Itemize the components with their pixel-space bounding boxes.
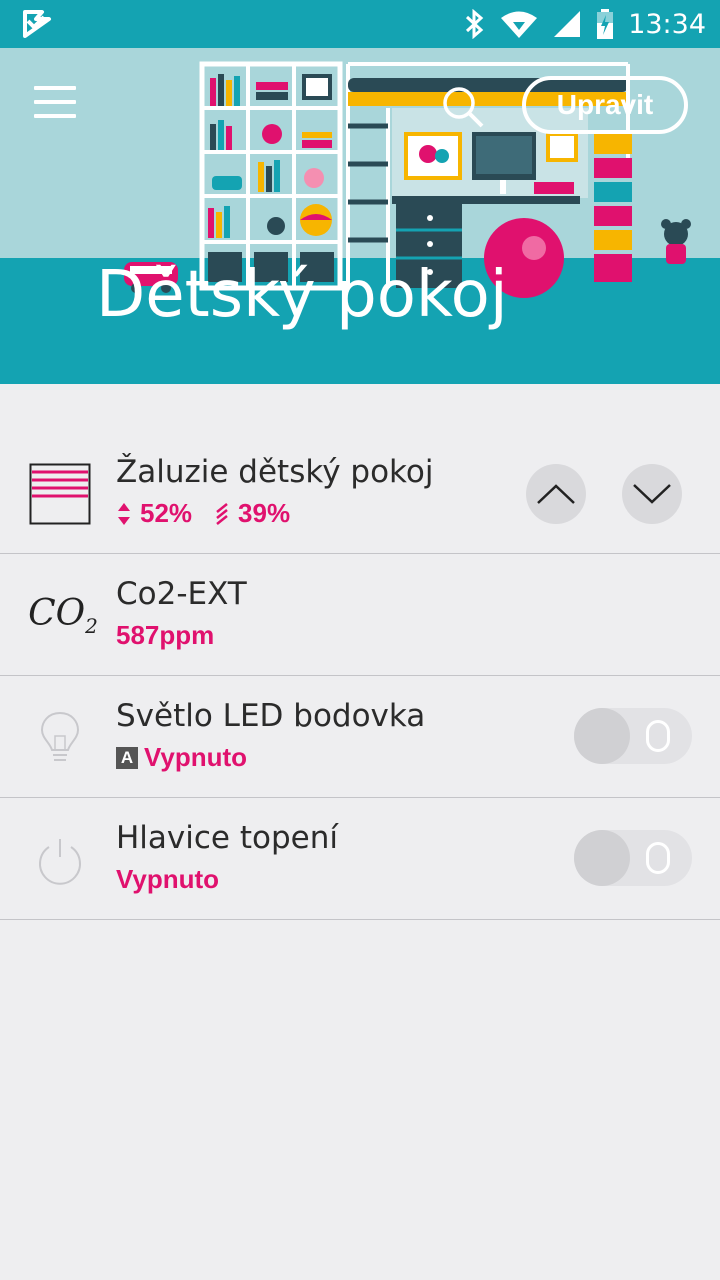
heating-toggle[interactable] — [574, 830, 692, 886]
chevron-up-icon — [537, 484, 575, 504]
battery-icon — [597, 9, 614, 39]
blinds-down-button[interactable] — [622, 464, 682, 524]
search-icon[interactable] — [440, 84, 486, 130]
blinds-position: 52% — [140, 498, 193, 528]
light-toggle[interactable] — [574, 708, 692, 764]
device-name: Hlavice topení — [116, 820, 338, 856]
tilt-icon — [216, 502, 228, 525]
device-row-heating[interactable]: Hlavice topení Vypnuto — [0, 798, 720, 920]
hamburger-icon-bar — [34, 86, 76, 90]
room-title: Dětský pokoj — [96, 258, 508, 332]
toggle-knob — [574, 830, 630, 886]
light-state: Vypnuto — [144, 742, 248, 772]
co2-icon: CO2 — [28, 584, 98, 648]
hamburger-icon-bar — [34, 114, 76, 118]
device-row-co2[interactable]: CO2 Co2-EXT 587ppm — [0, 554, 720, 676]
blinds-status: 52% 39% — [116, 498, 290, 529]
blinds-up-button[interactable] — [526, 464, 586, 524]
heating-state: Vypnuto — [116, 864, 220, 894]
co2-value: 587ppm — [116, 620, 215, 650]
light-status: A Vypnuto — [116, 742, 247, 773]
co2-icon-sub: 2 — [85, 614, 98, 639]
toggle-off-icon — [646, 720, 670, 752]
device-list: Žaluzie dětský pokoj 52% 39% CO2 Co2-EXT… — [0, 432, 720, 920]
bluetooth-icon — [466, 9, 484, 39]
chevron-down-icon — [633, 484, 671, 504]
device-name: Světlo LED bodovka — [116, 698, 426, 734]
device-name: Co2-EXT — [116, 576, 247, 612]
wifi-icon — [501, 11, 538, 38]
blinds-tilt: 39% — [238, 498, 291, 528]
room-header: Upravit Dětský pokoj — [0, 48, 720, 384]
status-bar: 13:34 — [0, 0, 720, 48]
position-arrows-icon — [118, 502, 130, 525]
lightbulb-icon — [28, 706, 92, 770]
device-row-light[interactable]: Světlo LED bodovka A Vypnuto — [0, 676, 720, 798]
clock: 13:34 — [628, 8, 706, 40]
app-notification-icon — [23, 10, 51, 38]
power-icon — [28, 828, 92, 892]
signal-icon — [554, 11, 581, 37]
hamburger-icon-bar — [34, 100, 76, 104]
device-name: Žaluzie dětský pokoj — [116, 454, 434, 490]
device-row-blinds[interactable]: Žaluzie dětský pokoj 52% 39% — [0, 432, 720, 554]
auto-mode-badge: A — [116, 746, 138, 769]
blinds-icon — [28, 462, 92, 526]
toggle-off-icon — [646, 842, 670, 874]
menu-button[interactable] — [30, 86, 82, 126]
toggle-knob — [574, 708, 630, 764]
edit-button[interactable]: Upravit — [522, 76, 688, 134]
co2-icon-text: CO — [28, 593, 86, 635]
